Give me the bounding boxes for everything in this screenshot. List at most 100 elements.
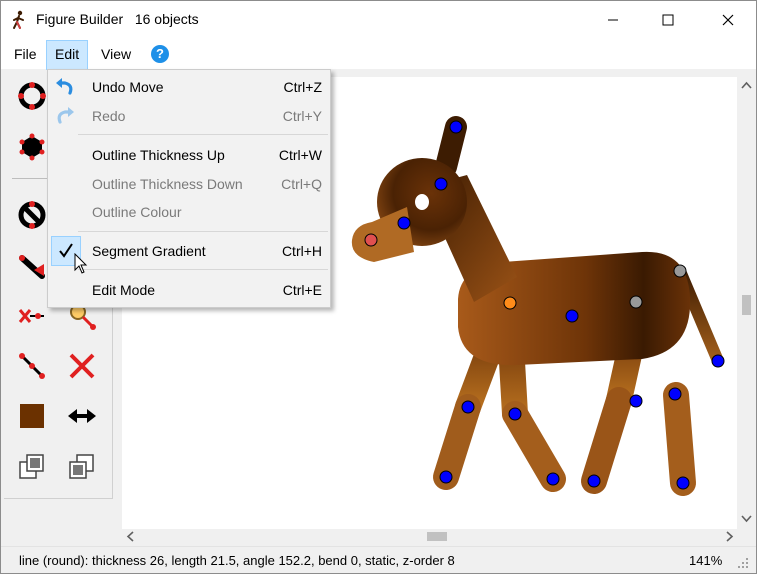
joint-head-top[interactable] [434,177,448,191]
scroll-down-icon [741,515,752,523]
delete-tool[interactable] [62,346,102,386]
front-back-leg-lower [433,394,481,490]
rear-back-leg-lower [581,387,632,494]
add-polygon-tool[interactable] [12,127,52,167]
menu-undo-move[interactable]: Undo Move Ctrl+Z [48,75,330,101]
arrow-tool[interactable] [12,246,52,286]
disconnect-tool-icon [18,309,44,323]
app-window: Figure Builder 16 objects File Edit View… [0,0,757,574]
scroll-up-icon [741,81,752,89]
vertical-scroll-thumb [742,295,751,315]
menu-bar: File Edit View ? [1,38,756,70]
close-button[interactable] [701,1,755,38]
send-backward-tool[interactable] [62,446,102,486]
edit-menu-dropdown: Undo Move Ctrl+Z Redo Ctrl+Y Outline Thi… [47,69,331,308]
add-circle-tool-icon [18,82,46,110]
arrow-tool-icon [19,255,45,279]
send-backward-tool-icon [69,454,94,479]
joint-shoulder[interactable] [503,296,517,310]
add-circle-tool[interactable] [12,76,52,116]
joint-front-back-hoof[interactable] [439,470,453,484]
joint-tail-base[interactable] [673,264,687,278]
vertical-scrollbar[interactable] [738,77,755,529]
edit-mode-label: Edit Mode [92,282,156,298]
menu-separator [78,231,328,232]
joint-rear-knee[interactable] [668,387,682,401]
scroll-left-icon [126,531,134,542]
horizontal-scroll-thumb [427,532,447,541]
menu-outline-thickness-up[interactable]: Outline Thickness Up Ctrl+W [48,143,330,169]
zoom-level: 141% [689,553,723,568]
scroll-right-icon [726,531,734,542]
app-title: Figure Builder [36,11,124,27]
menu-view[interactable]: View [92,40,140,68]
redo-shortcut: Ctrl+Y [282,108,322,124]
add-polygon-tool-icon [19,133,45,161]
joint-ear[interactable] [449,120,463,134]
menu-edit-mode[interactable]: Edit Mode Ctrl+E [48,278,330,304]
minimize-icon [608,19,618,20]
redo-icon [57,107,74,124]
maximize-button[interactable] [641,1,695,38]
outline-thickness-up-label: Outline Thickness Up [92,147,225,163]
menu-edit[interactable]: Edit [46,40,89,70]
front-leg-lower [502,401,566,492]
status-bar: line (round): thickness 26, length 21.5,… [1,546,756,573]
status-text: line (round): thickness 26, length 21.5,… [19,553,455,568]
window-title: Figure Builder 16 objects [36,11,199,27]
object-count: 16 objects [134,11,199,27]
undo-icon [56,78,73,95]
menu-redo[interactable]: Redo Ctrl+Y [48,104,330,130]
outline-colour-label: Outline Colour [92,204,182,220]
undo-shortcut: Ctrl+Z [283,79,323,95]
outline-thickness-down-label: Outline Thickness Down [92,176,243,192]
swap-tool[interactable] [62,396,102,436]
resize-grip-icon[interactable] [736,556,750,570]
joint-front-back-knee[interactable] [461,400,475,414]
rear-front-leg-lower [663,382,696,496]
joint-rear-back-knee[interactable] [629,394,643,408]
bring-forward-tool[interactable] [12,446,52,486]
disconnect-tool[interactable] [12,296,52,336]
swap-tool-icon [68,409,96,423]
no-circle-tool[interactable] [12,195,52,235]
minimize-button[interactable] [586,1,640,38]
joint-rear-back-hoof[interactable] [587,474,601,488]
app-icon [13,10,24,29]
joint-head-front[interactable] [397,216,411,230]
joint-front-knee[interactable] [508,407,522,421]
menu-separator [78,269,328,270]
bend-line-tool[interactable] [12,346,52,386]
joint-belly[interactable] [565,309,579,323]
joint-rear-hoof[interactable] [676,476,690,490]
menu-outline-thickness-down[interactable]: Outline Thickness Down Ctrl+Q [48,172,330,198]
help-icon[interactable]: ? [151,45,169,63]
vertical-scrollbar-graphic [741,81,752,523]
title-bar: Figure Builder 16 objects [1,1,756,38]
close-icon [722,14,734,25]
bring-forward-tool-icon [19,454,44,479]
delete-tool-icon [69,353,95,379]
no-circle-tool-icon [18,201,46,229]
redo-label: Redo [92,108,126,124]
menu-segment-gradient[interactable]: Segment Gradient Ctrl+H [48,236,330,266]
mouse-cursor-icon [74,253,88,274]
horizontal-scrollbar-graphic [126,531,734,542]
joint-front-hoof[interactable] [546,472,560,486]
menu-file[interactable]: File [5,40,46,68]
segment-gradient-shortcut: Ctrl+H [281,243,322,259]
outline-thickness-down-shortcut: Ctrl+Q [281,176,322,192]
colour-swatch-tool-icon [20,404,44,428]
joint-hip[interactable] [629,295,643,309]
edit-mode-shortcut: Ctrl+E [282,282,322,298]
joint-tail-tip[interactable] [711,354,725,368]
bend-line-tool-icon [19,353,45,379]
segment-gradient-label: Segment Gradient [92,243,206,259]
menu-outline-colour[interactable]: Outline Colour [48,200,330,226]
horizontal-scrollbar[interactable] [122,529,738,544]
maximize-icon [662,14,674,25]
undo-label: Undo Move [92,79,164,95]
menu-separator [78,134,328,135]
colour-swatch-tool[interactable] [12,396,52,436]
joint-nose[interactable] [364,233,378,247]
